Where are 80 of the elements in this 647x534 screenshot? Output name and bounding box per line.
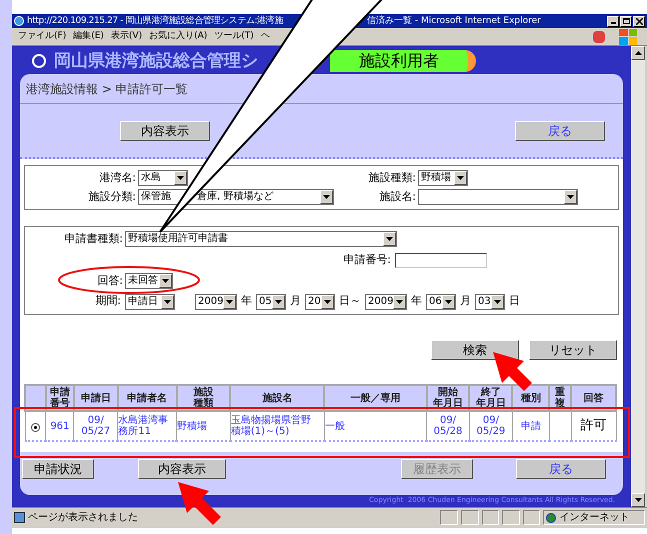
scrollbar[interactable] — [631, 46, 645, 507]
answer-select[interactable]: 未回答 — [125, 272, 173, 289]
date-unit: 日～ — [339, 293, 361, 310]
role-badge: 施設利用者 — [330, 50, 476, 72]
menu-item[interactable]: ファイル(F) — [18, 30, 66, 44]
breadcrumb: 港湾施設情報 > 申請許可一覧 — [26, 80, 188, 98]
field-label: 港湾名: — [98, 170, 136, 186]
status-button[interactable]: 申請状況 — [22, 459, 94, 479]
status-pane — [461, 510, 479, 525]
status-pane — [522, 510, 540, 525]
status-message: ページが表示されました — [28, 510, 139, 525]
back-button[interactable]: 戻る — [516, 459, 606, 479]
table-cell[interactable]: 一般 — [324, 420, 345, 432]
column-header: 終了 年月日 — [475, 387, 506, 409]
column-header: 重 複 — [554, 387, 566, 409]
field-label: 施設名: — [378, 189, 416, 205]
menu-item[interactable]: ツール(T) — [214, 30, 254, 44]
status-pane — [502, 510, 520, 525]
date-select[interactable]: 2009 — [195, 294, 237, 310]
column-header: 申請者名 — [127, 392, 168, 406]
logo-icon — [32, 54, 46, 68]
scroll-down-icon[interactable] — [631, 493, 645, 507]
menu-item[interactable]: 表示(V) — [110, 30, 142, 44]
window-title: http://220.109.215.27 - 岡山県港湾施設総合管理システム:港湾施 — [27, 16, 284, 26]
back-button[interactable]: 戻る — [515, 120, 605, 140]
column-header: 種別 — [520, 392, 541, 406]
window-title: 信済み一覧 - Microsoft Internet Explorer — [367, 16, 541, 26]
row-radio[interactable] — [30, 422, 40, 432]
table-cell: 許可 — [580, 420, 607, 431]
port-select[interactable]: 水島 — [138, 170, 188, 186]
column-header: 申請日 — [80, 392, 111, 406]
period-basis-select[interactable]: 申請日 — [125, 294, 175, 310]
date-unit: 日 — [509, 293, 520, 310]
browser-icon — [14, 16, 24, 26]
field-label: 施設種類: — [367, 170, 416, 186]
date-select[interactable]: 03 — [475, 294, 505, 310]
date-unit: 年 — [411, 293, 422, 310]
column-header: 一般／専用 — [350, 392, 400, 406]
status-pane — [440, 510, 458, 525]
show-details-button[interactable]: 内容表示 — [120, 120, 210, 140]
page-icon — [14, 512, 25, 523]
pointer-arrow — [178, 482, 221, 525]
column-header: 申請 番号 — [49, 387, 70, 409]
field-label: 回答: — [96, 272, 123, 289]
search-button[interactable]: 検索 — [431, 340, 519, 360]
date-unit: 月 — [290, 293, 301, 310]
globe-icon — [546, 512, 556, 522]
date-unit: 年 — [241, 293, 252, 310]
column-header: 回答 — [584, 392, 604, 406]
facility-type-select[interactable]: 野積場 — [418, 170, 468, 186]
column-header: 施設名 — [262, 392, 292, 406]
field-label: 申請番号: — [342, 252, 391, 268]
minimize-icon[interactable] — [607, 16, 619, 26]
column-header: 開始 年月日 — [432, 387, 464, 409]
menu-item[interactable]: ヘ — [260, 30, 270, 44]
menu-item[interactable]: 編集(E) — [73, 30, 104, 44]
date-select[interactable]: 20 — [305, 294, 335, 310]
maximize-icon[interactable] — [620, 16, 632, 26]
date-select[interactable]: 06 — [426, 294, 456, 310]
system-logo: 岡山県港湾施設総合管理シ — [54, 52, 259, 70]
date-select[interactable]: 05 — [256, 294, 286, 310]
reset-button[interactable]: リセット — [529, 340, 617, 360]
show-details-button[interactable]: 内容表示 — [138, 459, 226, 479]
status-pane — [482, 510, 500, 525]
category-select[interactable]: 保管施 倉庫, 野積場など — [138, 189, 334, 206]
application-number-input[interactable] — [395, 252, 487, 268]
field-label: 申請書種類: — [63, 231, 123, 247]
form-type-select[interactable]: 野積場使用許可申請書 — [125, 231, 397, 248]
field-label: 施設分類: — [87, 189, 136, 205]
close-icon[interactable] — [633, 16, 645, 26]
windows-logo-icon — [619, 28, 637, 44]
column-header: 施設 種類 — [193, 387, 214, 409]
date-select[interactable]: 2009 — [365, 294, 407, 310]
scroll-up-icon[interactable] — [631, 46, 645, 60]
menu-item[interactable]: お気に入り(A) — [149, 30, 208, 44]
field-label: 期間: — [94, 293, 121, 310]
date-unit: 月 — [460, 293, 471, 310]
zone-label: インターネット — [559, 511, 630, 525]
toolbar-icon[interactable] — [593, 30, 605, 42]
facility-name-select[interactable] — [418, 189, 578, 206]
